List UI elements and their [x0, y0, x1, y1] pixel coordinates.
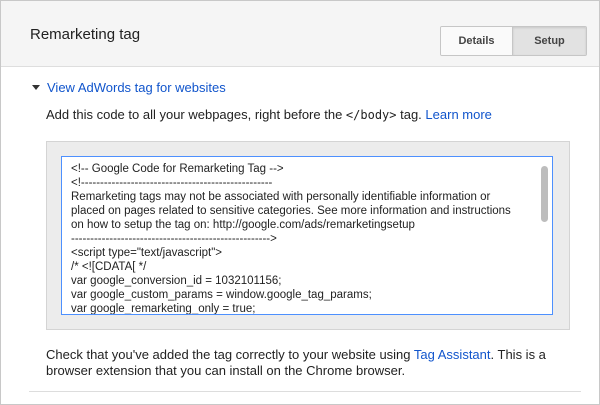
code-line: var google_remarketing_only = true; [71, 303, 256, 315]
panel-header: Remarketing tag Details Setup [1, 1, 599, 67]
code-lines: <!-- Google Code for Remarketing Tag -->… [71, 162, 533, 315]
view-adwords-tag-link[interactable]: View AdWords tag for websites [47, 80, 226, 95]
code-line: on how to setup the tag on: http://googl… [71, 219, 415, 231]
code-line: /* <![CDATA[ */ [71, 261, 147, 273]
note-prefix: Check that you've added the tag correctl… [46, 347, 414, 362]
code-line: placed on pages related to sensitive cat… [71, 205, 511, 217]
instruction-suffix: tag. [396, 107, 426, 122]
view-tabs: Details Setup [440, 26, 587, 56]
tab-details[interactable]: Details [441, 27, 513, 55]
code-line: ----------------------------------------… [71, 233, 277, 245]
tag-assistant-note: Check that you've added the tag correctl… [46, 347, 581, 379]
learn-more-link[interactable]: Learn more [425, 107, 491, 122]
instruction-text: Add this code to all your webpages, righ… [46, 107, 492, 122]
code-scrollbar[interactable] [536, 157, 552, 314]
scrollbar-thumb[interactable] [541, 166, 548, 222]
remarketing-tag-panel: Remarketing tag Details Setup View AdWor… [0, 0, 600, 405]
code-container: <!-- Google Code for Remarketing Tag -->… [46, 141, 570, 330]
remarketing-code-textarea[interactable]: <!-- Google Code for Remarketing Tag -->… [61, 156, 553, 315]
tab-setup[interactable]: Setup [513, 27, 586, 55]
code-line: var google_custom_params = window.google… [71, 289, 372, 301]
panel-title: Remarketing tag [30, 26, 141, 43]
caret-down-icon [32, 85, 40, 90]
divider [29, 391, 581, 392]
code-line: <!-- Google Code for Remarketing Tag --> [71, 163, 284, 175]
code-line: Remarketing tags may not be associated w… [71, 191, 491, 203]
instruction-prefix: Add this code to all your webpages, righ… [46, 107, 346, 122]
adwords-tag-section-toggle[interactable]: View AdWords tag for websites [32, 80, 226, 95]
code-line: var google_conversion_id = 1032101156; [71, 275, 282, 287]
code-line: <!--------------------------------------… [71, 177, 273, 189]
body-tag-code: </body> [345, 108, 397, 122]
tag-assistant-link[interactable]: Tag Assistant [414, 347, 491, 362]
code-line: <script type="text/javascript"> [71, 247, 223, 259]
